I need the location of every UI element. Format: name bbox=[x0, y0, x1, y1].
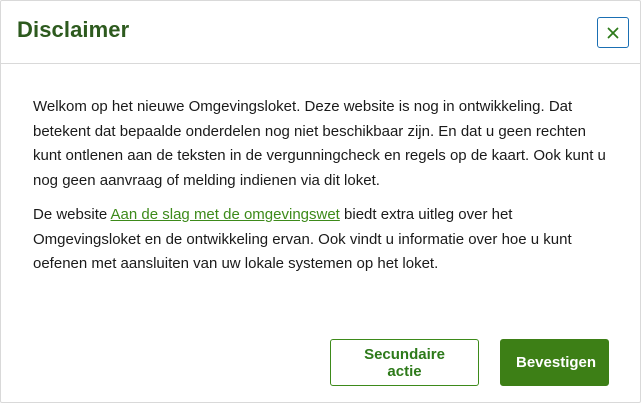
dialog-title: Disclaimer bbox=[17, 17, 130, 42]
dialog-body: Welkom op het nieuwe Omgevingsloket. Dez… bbox=[33, 95, 613, 277]
dialog-header: Disclaimer bbox=[1, 1, 640, 64]
secondary-action-button[interactable]: Secundaire actie bbox=[330, 339, 479, 386]
close-icon bbox=[607, 27, 619, 39]
info-text-before: De website bbox=[33, 206, 111, 223]
intro-paragraph: Welkom op het nieuwe Omgevingsloket. Dez… bbox=[33, 98, 606, 189]
info-paragraph: De website Aan de slag met de omgevingsw… bbox=[33, 203, 613, 277]
disclaimer-dialog: Disclaimer Welkom op het nieuwe Omgeving… bbox=[0, 0, 641, 403]
dialog-footer: Secundaire actie Bevestigen bbox=[330, 339, 609, 386]
omgevingswet-link[interactable]: Aan de slag met de omgevingswet bbox=[111, 206, 340, 223]
confirm-button[interactable]: Bevestigen bbox=[500, 339, 609, 386]
close-button[interactable] bbox=[597, 17, 629, 48]
